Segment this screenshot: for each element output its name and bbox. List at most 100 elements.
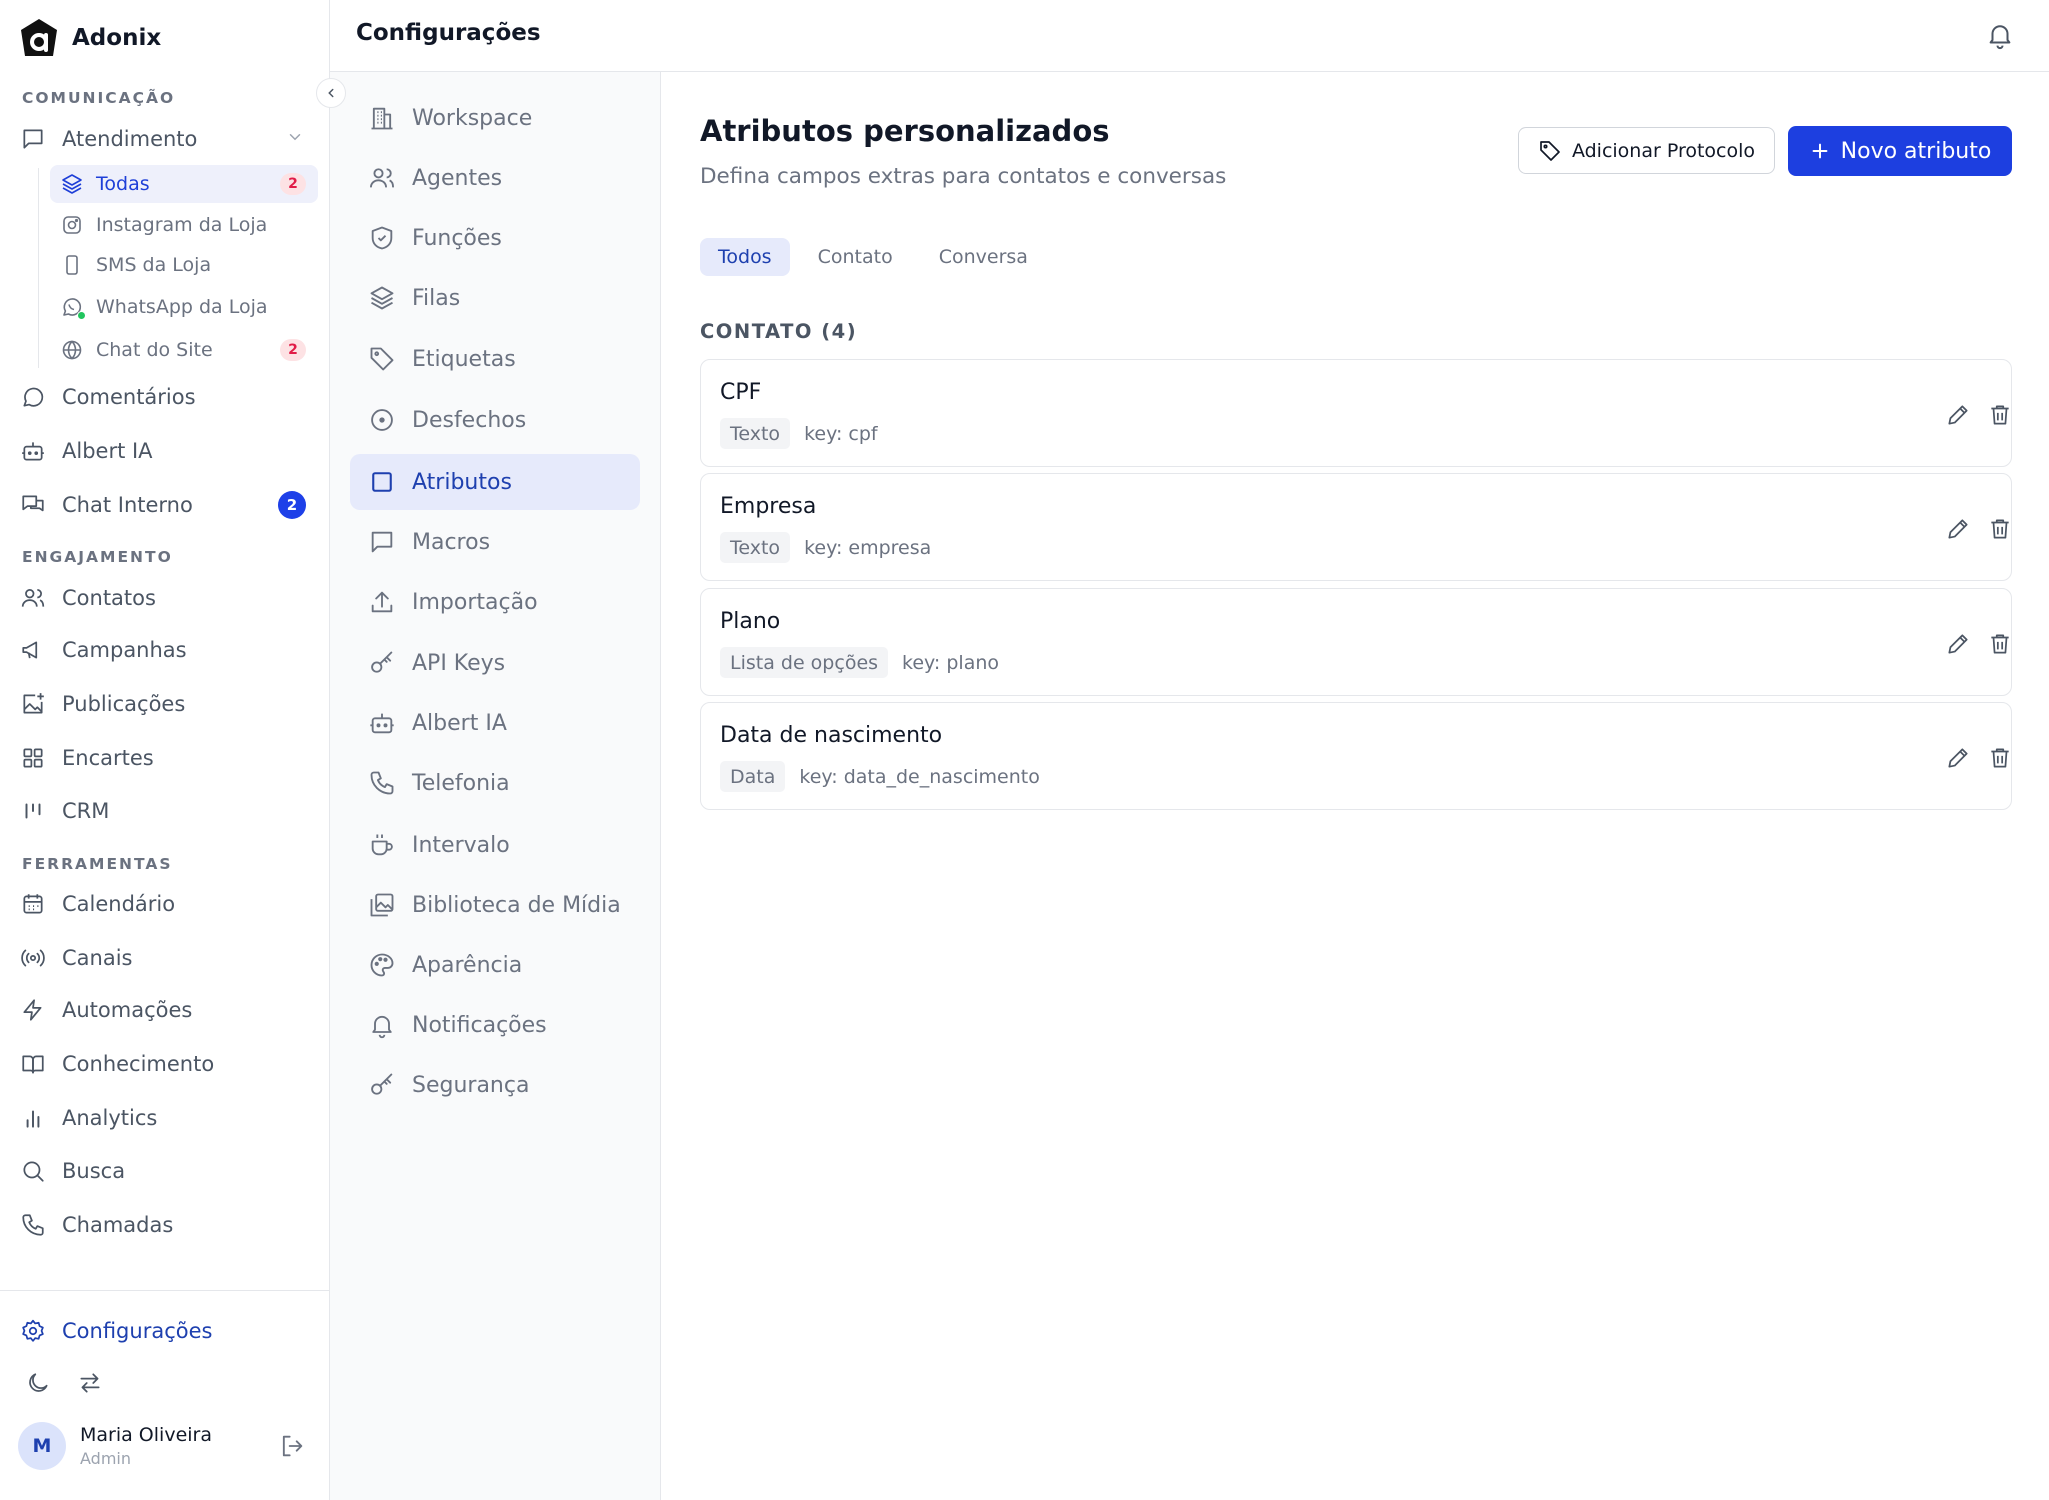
sidebar-item-crm[interactable]: CRM: [20, 791, 109, 831]
calendar-icon: [23, 894, 43, 914]
attribute-type-chip: Data: [720, 761, 786, 792]
settings-item-seguranca[interactable]: Segurança: [350, 1057, 640, 1113]
trash-icon[interactable]: [1987, 402, 2013, 428]
settings-item-aparencia[interactable]: Aparência: [350, 937, 640, 993]
group-label-contato: CONTATO (4): [700, 320, 858, 343]
settings-item-workspace[interactable]: Workspace: [350, 90, 640, 146]
settings-item-etiquetas[interactable]: Etiquetas: [350, 331, 640, 387]
attribute-key: key: data_de_nascimento: [799, 765, 1040, 788]
sidebar-item-canais[interactable]: Canais: [20, 938, 133, 978]
settings-item-atributos[interactable]: Atributos: [350, 454, 640, 510]
settings-item-telefonia[interactable]: Telefonia: [350, 755, 640, 811]
pencil-icon[interactable]: [1945, 745, 1971, 771]
book-open-icon: [22, 1055, 44, 1074]
attribute-card: Data de nascimento Data key: data_de_nas…: [700, 702, 2012, 810]
settings-item-funcoes[interactable]: Funções: [350, 210, 640, 266]
logout-icon[interactable]: [278, 1432, 306, 1460]
layers-icon: [370, 286, 394, 310]
sidebar-subitem-label: Instagram da Loja: [96, 214, 268, 236]
sidebar-item-analytics[interactable]: Analytics: [20, 1098, 157, 1138]
settings-item-intervalo[interactable]: Intervalo: [350, 817, 640, 873]
shield-icon: [371, 226, 393, 250]
message-circle-icon: [23, 387, 44, 407]
sidebar-item-contatos[interactable]: Contatos: [20, 578, 156, 618]
zap-icon: [23, 999, 42, 1021]
sidebar-item-albert-ia[interactable]: Albert IA: [20, 431, 153, 471]
unread-badge: 2: [280, 173, 306, 195]
globe-icon: [62, 340, 82, 360]
sidebar-item-label: Busca: [62, 1159, 126, 1183]
attribute-key: key: empresa: [804, 536, 932, 559]
attribute-card: Empresa Texto key: empresa: [700, 473, 2012, 581]
switch-workspace-button[interactable]: [73, 1366, 107, 1400]
sidebar-item-campanhas[interactable]: Campanhas: [20, 630, 187, 670]
pencil-icon[interactable]: [1945, 402, 1971, 428]
sidebar-item-label: Analytics: [62, 1106, 158, 1130]
bot-icon: [370, 713, 394, 734]
trash-icon[interactable]: [1987, 631, 2013, 657]
settings-item-albert-ia[interactable]: Albert IA: [350, 695, 640, 751]
attribute-key: key: cpf: [804, 422, 878, 445]
sidebar-item-automacoes[interactable]: Automações: [20, 990, 192, 1030]
chevron-down-icon[interactable]: [286, 128, 304, 146]
sidebar-item-atendimento[interactable]: Atendimento: [20, 119, 197, 159]
arrows-exchange-icon: [80, 1373, 100, 1393]
page-title: Atributos personalizados: [700, 114, 1110, 148]
bot-icon: [22, 442, 44, 461]
sidebar-subitem-sms[interactable]: SMS da Loja: [50, 246, 318, 284]
brand[interactable]: Adonix: [20, 18, 161, 58]
settings-item-agentes[interactable]: Agentes: [350, 150, 640, 206]
sidebar-item-label: Canais: [62, 946, 133, 970]
sidebar-subitem-todas[interactable]: Todas 2: [50, 165, 318, 203]
sidebar-item-configuracoes[interactable]: Configurações: [20, 1311, 212, 1351]
tab-todos[interactable]: Todos: [700, 238, 790, 276]
settings-item-notificacoes[interactable]: Notificações: [350, 997, 640, 1053]
bell-icon[interactable]: [1985, 20, 2015, 50]
pencil-icon[interactable]: [1945, 516, 1971, 542]
sidebar-subitem-chat-site[interactable]: Chat do Site 2: [50, 331, 318, 369]
sidebar-subitem-whatsapp[interactable]: WhatsApp da Loja: [50, 288, 318, 326]
sidebar-item-conhecimento[interactable]: Conhecimento: [20, 1044, 214, 1084]
sidebar-subitem-instagram[interactable]: Instagram da Loja: [50, 206, 318, 244]
sidebar-item-label: Atendimento: [62, 127, 198, 151]
sidebar-item-comentarios[interactable]: Comentários: [20, 377, 196, 417]
attribute-filter-tabs: Todos Contato Conversa: [700, 238, 1046, 276]
chevron-left-icon: [328, 88, 334, 98]
sidebar-item-label: CRM: [62, 799, 110, 823]
main-sidebar: Adonix COMUNICAÇÃO Atendimento Todas 2 I…: [0, 0, 330, 1500]
add-protocol-button[interactable]: Adicionar Protocolo: [1518, 127, 1775, 174]
image-plus-icon: [23, 693, 44, 714]
new-attribute-button[interactable]: Novo atributo: [1788, 126, 2012, 176]
sidebar-item-chamadas[interactable]: Chamadas: [20, 1205, 173, 1245]
settings-item-filas[interactable]: Filas: [350, 270, 640, 326]
trash-icon[interactable]: [1987, 516, 2013, 542]
plus-icon: [1812, 143, 1828, 159]
sidebar-item-calendario[interactable]: Calendário: [20, 884, 175, 924]
settings-item-api-keys[interactable]: API Keys: [350, 635, 640, 691]
sidebar-item-chat-interno[interactable]: Chat Interno: [20, 485, 193, 525]
unread-badge: 2: [280, 339, 306, 361]
user-profile[interactable]: M Maria Oliveira Admin: [18, 1422, 212, 1470]
pencil-icon[interactable]: [1945, 631, 1971, 657]
attribute-name: Plano: [720, 609, 781, 634]
dark-mode-toggle[interactable]: [21, 1366, 55, 1400]
attribute-type-chip: Texto: [720, 418, 791, 449]
settings-item-biblioteca-midia[interactable]: Biblioteca de Mídia: [350, 877, 640, 933]
settings-item-desfechos[interactable]: Desfechos: [350, 392, 640, 448]
sidebar-item-encartes[interactable]: Encartes: [20, 738, 154, 778]
trash-icon[interactable]: [1987, 745, 2013, 771]
megaphone-icon: [22, 641, 38, 659]
settings-item-label: Importação: [412, 589, 538, 615]
tab-contato[interactable]: Contato: [800, 238, 911, 276]
sidebar-item-publicacoes[interactable]: Publicações: [20, 684, 185, 724]
settings-item-macros[interactable]: Macros: [350, 514, 640, 570]
gear-icon: [22, 1319, 44, 1342]
collapse-sidebar-button[interactable]: [316, 78, 346, 108]
settings-item-importacao[interactable]: Importação: [350, 574, 640, 630]
page-subtitle: Defina campos extras para contatos e con…: [700, 164, 1227, 189]
online-status-dot: [77, 311, 86, 320]
tab-conversa[interactable]: Conversa: [921, 238, 1046, 276]
bar-chart-icon: [26, 1110, 40, 1128]
sidebar-item-busca[interactable]: Busca: [20, 1151, 125, 1191]
settings-item-label: Desfechos: [412, 407, 527, 433]
